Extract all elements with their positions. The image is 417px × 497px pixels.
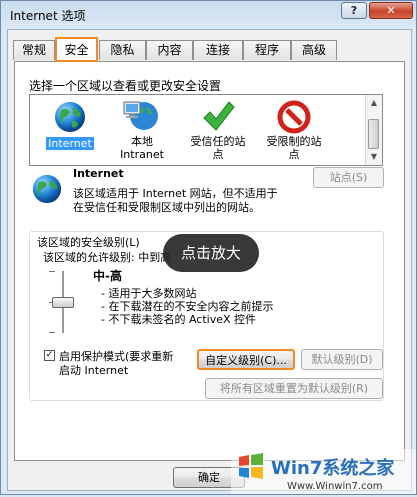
win7-watermark: Win7系统之家 Www.Winwin7.com [231,449,416,494]
restricted-sites-no-icon [277,100,311,134]
selected-zone-globe-icon [32,174,62,204]
zone-local-intranet[interactable]: 本地 Intranet [106,97,178,161]
sites-button[interactable]: 站点(S) [313,167,384,188]
security-level-slider[interactable] [49,267,77,337]
scroll-thumb[interactable] [368,119,379,149]
scroll-up-arrow-icon[interactable]: ▲ [366,95,382,111]
zone-prompt: 选择一个区域以查看或更改安全设置 [29,79,222,93]
zone-list[interactable]: Internet 本地 Intranet 受信任的站 点 受限制的站 点 ▲ ▼ [29,94,383,166]
tab-general[interactable]: 常规 [13,40,55,60]
zoom-hint-overlay[interactable]: 点击放大 [163,234,259,272]
custom-level-button[interactable]: 自定义级别(C)... [197,349,295,370]
security-bullet-3: - 不下载未签名的 ActiveX 控件 [101,313,257,326]
default-level-button[interactable]: 默认级别(D) [301,349,383,370]
title-bar[interactable]: Internet 选项 ? ✕ [1,1,416,29]
tab-security[interactable]: 安全 [55,37,98,62]
internet-options-window: Internet 选项 ? ✕ 常规 安全 隐私 内容 连接 程序 高级 选择一… [0,0,417,495]
window-title: Internet 选项 [10,9,86,23]
watermark-logo: Win7系统之家 Www.Winwin7.com [231,449,416,494]
zone-label-internet: Internet [46,137,94,150]
trusted-sites-checkmark-icon [203,101,235,131]
help-button[interactable]: ? [341,2,367,19]
allowed-levels-text: 该区域的允许级别: 中到高 [43,251,172,264]
selected-zone-name: Internet [73,167,124,180]
tab-advanced[interactable]: 高级 [291,40,337,60]
zone-restricted-sites[interactable]: 受限制的站 点 [258,97,330,161]
svg-text:Win7系统之家: Win7系统之家 [271,457,395,479]
selected-zone-description-line2: 在受信任和受限制区域中列出的网站。 [73,201,260,214]
zone-label-local-intranet: 本地 Intranet [120,135,164,161]
zone-list-scrollbar[interactable]: ▲ ▼ [365,95,382,165]
reset-all-zones-button[interactable]: 将所有区域重置为默认级别(R) [205,378,383,399]
tab-content[interactable]: 内容 [146,40,193,60]
close-button[interactable]: ✕ [369,2,413,19]
security-level-name: 中-高 [93,269,122,283]
zone-trusted-sites[interactable]: 受信任的站 点 [182,97,254,161]
local-intranet-icon [123,101,158,130]
protected-mode-label-line2: 启动 Internet [59,364,129,377]
slider-thumb[interactable] [52,297,74,308]
tab-connections[interactable]: 连接 [193,40,243,60]
tab-privacy[interactable]: 隐私 [99,40,146,60]
scroll-down-arrow-icon[interactable]: ▼ [366,149,382,165]
zone-label-restricted-sites: 受限制的站 点 [266,135,322,161]
zone-internet[interactable]: Internet [34,97,106,150]
globe-icon [55,102,85,132]
tab-programs[interactable]: 程序 [243,40,291,60]
protected-mode-checkbox[interactable]: ✓ [44,350,55,361]
security-level-group-label: 该区域的安全级别(L) [35,234,142,250]
zone-label-trusted-sites: 受信任的站 点 [190,135,246,161]
svg-text:Www.Winwin7.com: Www.Winwin7.com [287,481,382,492]
